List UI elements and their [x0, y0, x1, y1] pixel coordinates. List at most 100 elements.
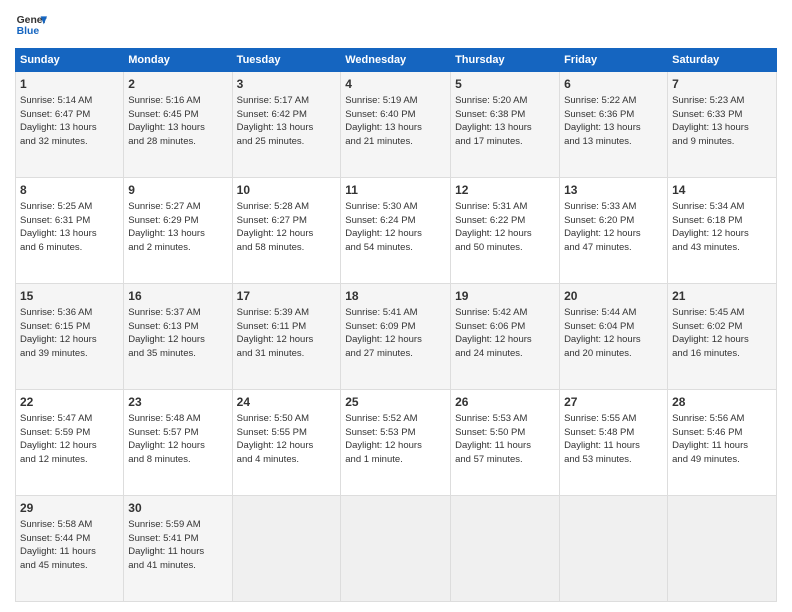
day-info: Sunrise: 5:52 AM Sunset: 5:53 PM Dayligh… [345, 412, 446, 467]
day-number: 20 [564, 288, 663, 305]
day-number: 21 [672, 288, 772, 305]
day-info: Sunrise: 5:44 AM Sunset: 6:04 PM Dayligh… [564, 306, 663, 361]
calendar-cell [560, 496, 668, 602]
calendar-cell: 18Sunrise: 5:41 AM Sunset: 6:09 PM Dayli… [341, 284, 451, 390]
day-number: 6 [564, 76, 663, 93]
day-info: Sunrise: 5:19 AM Sunset: 6:40 PM Dayligh… [345, 94, 446, 149]
day-number: 12 [455, 182, 555, 199]
day-header-friday: Friday [560, 49, 668, 72]
day-info: Sunrise: 5:59 AM Sunset: 5:41 PM Dayligh… [128, 518, 227, 573]
day-info: Sunrise: 5:48 AM Sunset: 5:57 PM Dayligh… [128, 412, 227, 467]
calendar-cell: 12Sunrise: 5:31 AM Sunset: 6:22 PM Dayli… [451, 178, 560, 284]
day-number: 18 [345, 288, 446, 305]
day-number: 28 [672, 394, 772, 411]
day-number: 27 [564, 394, 663, 411]
calendar-table: SundayMondayTuesdayWednesdayThursdayFrid… [15, 48, 777, 602]
svg-text:Blue: Blue [17, 26, 40, 37]
calendar-week-1: 1Sunrise: 5:14 AM Sunset: 6:47 PM Daylig… [16, 72, 777, 178]
calendar-week-2: 8Sunrise: 5:25 AM Sunset: 6:31 PM Daylig… [16, 178, 777, 284]
calendar-cell: 11Sunrise: 5:30 AM Sunset: 6:24 PM Dayli… [341, 178, 451, 284]
day-info: Sunrise: 5:20 AM Sunset: 6:38 PM Dayligh… [455, 94, 555, 149]
calendar-week-3: 15Sunrise: 5:36 AM Sunset: 6:15 PM Dayli… [16, 284, 777, 390]
calendar-cell [668, 496, 777, 602]
day-info: Sunrise: 5:25 AM Sunset: 6:31 PM Dayligh… [20, 200, 119, 255]
day-number: 3 [237, 76, 337, 93]
day-number: 11 [345, 182, 446, 199]
day-number: 16 [128, 288, 227, 305]
day-header-saturday: Saturday [668, 49, 777, 72]
calendar-cell: 4Sunrise: 5:19 AM Sunset: 6:40 PM Daylig… [341, 72, 451, 178]
calendar-cell: 10Sunrise: 5:28 AM Sunset: 6:27 PM Dayli… [232, 178, 341, 284]
day-number: 26 [455, 394, 555, 411]
day-number: 29 [20, 500, 119, 517]
calendar-cell: 30Sunrise: 5:59 AM Sunset: 5:41 PM Dayli… [124, 496, 232, 602]
calendar-cell: 13Sunrise: 5:33 AM Sunset: 6:20 PM Dayli… [560, 178, 668, 284]
calendar-cell: 2Sunrise: 5:16 AM Sunset: 6:45 PM Daylig… [124, 72, 232, 178]
day-header-tuesday: Tuesday [232, 49, 341, 72]
header-row: SundayMondayTuesdayWednesdayThursdayFrid… [16, 49, 777, 72]
day-info: Sunrise: 5:53 AM Sunset: 5:50 PM Dayligh… [455, 412, 555, 467]
day-info: Sunrise: 5:58 AM Sunset: 5:44 PM Dayligh… [20, 518, 119, 573]
calendar-cell: 15Sunrise: 5:36 AM Sunset: 6:15 PM Dayli… [16, 284, 124, 390]
logo: General Blue [15, 10, 47, 42]
calendar-cell: 9Sunrise: 5:27 AM Sunset: 6:29 PM Daylig… [124, 178, 232, 284]
calendar-cell: 8Sunrise: 5:25 AM Sunset: 6:31 PM Daylig… [16, 178, 124, 284]
day-header-sunday: Sunday [16, 49, 124, 72]
calendar-cell: 25Sunrise: 5:52 AM Sunset: 5:53 PM Dayli… [341, 390, 451, 496]
day-number: 1 [20, 76, 119, 93]
page: General Blue SundayMondayTuesdayWednesda… [0, 0, 792, 612]
day-number: 13 [564, 182, 663, 199]
calendar-cell: 24Sunrise: 5:50 AM Sunset: 5:55 PM Dayli… [232, 390, 341, 496]
day-info: Sunrise: 5:34 AM Sunset: 6:18 PM Dayligh… [672, 200, 772, 255]
calendar-cell: 3Sunrise: 5:17 AM Sunset: 6:42 PM Daylig… [232, 72, 341, 178]
calendar-cell: 22Sunrise: 5:47 AM Sunset: 5:59 PM Dayli… [16, 390, 124, 496]
day-number: 30 [128, 500, 227, 517]
day-number: 10 [237, 182, 337, 199]
day-info: Sunrise: 5:23 AM Sunset: 6:33 PM Dayligh… [672, 94, 772, 149]
header: General Blue [15, 10, 777, 42]
calendar-cell: 14Sunrise: 5:34 AM Sunset: 6:18 PM Dayli… [668, 178, 777, 284]
day-number: 23 [128, 394, 227, 411]
day-number: 19 [455, 288, 555, 305]
calendar-cell: 20Sunrise: 5:44 AM Sunset: 6:04 PM Dayli… [560, 284, 668, 390]
calendar-week-5: 29Sunrise: 5:58 AM Sunset: 5:44 PM Dayli… [16, 496, 777, 602]
calendar-cell: 16Sunrise: 5:37 AM Sunset: 6:13 PM Dayli… [124, 284, 232, 390]
calendar-cell [451, 496, 560, 602]
day-number: 24 [237, 394, 337, 411]
day-info: Sunrise: 5:37 AM Sunset: 6:13 PM Dayligh… [128, 306, 227, 361]
day-info: Sunrise: 5:28 AM Sunset: 6:27 PM Dayligh… [237, 200, 337, 255]
calendar-cell: 19Sunrise: 5:42 AM Sunset: 6:06 PM Dayli… [451, 284, 560, 390]
day-number: 5 [455, 76, 555, 93]
day-info: Sunrise: 5:41 AM Sunset: 6:09 PM Dayligh… [345, 306, 446, 361]
day-info: Sunrise: 5:27 AM Sunset: 6:29 PM Dayligh… [128, 200, 227, 255]
calendar-cell: 21Sunrise: 5:45 AM Sunset: 6:02 PM Dayli… [668, 284, 777, 390]
day-header-thursday: Thursday [451, 49, 560, 72]
day-number: 14 [672, 182, 772, 199]
day-info: Sunrise: 5:42 AM Sunset: 6:06 PM Dayligh… [455, 306, 555, 361]
day-number: 9 [128, 182, 227, 199]
day-number: 22 [20, 394, 119, 411]
calendar-cell: 6Sunrise: 5:22 AM Sunset: 6:36 PM Daylig… [560, 72, 668, 178]
day-header-wednesday: Wednesday [341, 49, 451, 72]
day-number: 4 [345, 76, 446, 93]
calendar-cell: 7Sunrise: 5:23 AM Sunset: 6:33 PM Daylig… [668, 72, 777, 178]
calendar-cell: 1Sunrise: 5:14 AM Sunset: 6:47 PM Daylig… [16, 72, 124, 178]
day-info: Sunrise: 5:30 AM Sunset: 6:24 PM Dayligh… [345, 200, 446, 255]
day-number: 17 [237, 288, 337, 305]
calendar-cell: 17Sunrise: 5:39 AM Sunset: 6:11 PM Dayli… [232, 284, 341, 390]
day-info: Sunrise: 5:55 AM Sunset: 5:48 PM Dayligh… [564, 412, 663, 467]
day-info: Sunrise: 5:36 AM Sunset: 6:15 PM Dayligh… [20, 306, 119, 361]
day-info: Sunrise: 5:14 AM Sunset: 6:47 PM Dayligh… [20, 94, 119, 149]
calendar-cell: 29Sunrise: 5:58 AM Sunset: 5:44 PM Dayli… [16, 496, 124, 602]
day-info: Sunrise: 5:17 AM Sunset: 6:42 PM Dayligh… [237, 94, 337, 149]
calendar-week-4: 22Sunrise: 5:47 AM Sunset: 5:59 PM Dayli… [16, 390, 777, 496]
day-number: 2 [128, 76, 227, 93]
calendar-cell [341, 496, 451, 602]
day-info: Sunrise: 5:31 AM Sunset: 6:22 PM Dayligh… [455, 200, 555, 255]
day-number: 15 [20, 288, 119, 305]
logo-icon: General Blue [15, 10, 47, 42]
day-header-monday: Monday [124, 49, 232, 72]
day-info: Sunrise: 5:16 AM Sunset: 6:45 PM Dayligh… [128, 94, 227, 149]
day-number: 25 [345, 394, 446, 411]
calendar-cell [232, 496, 341, 602]
